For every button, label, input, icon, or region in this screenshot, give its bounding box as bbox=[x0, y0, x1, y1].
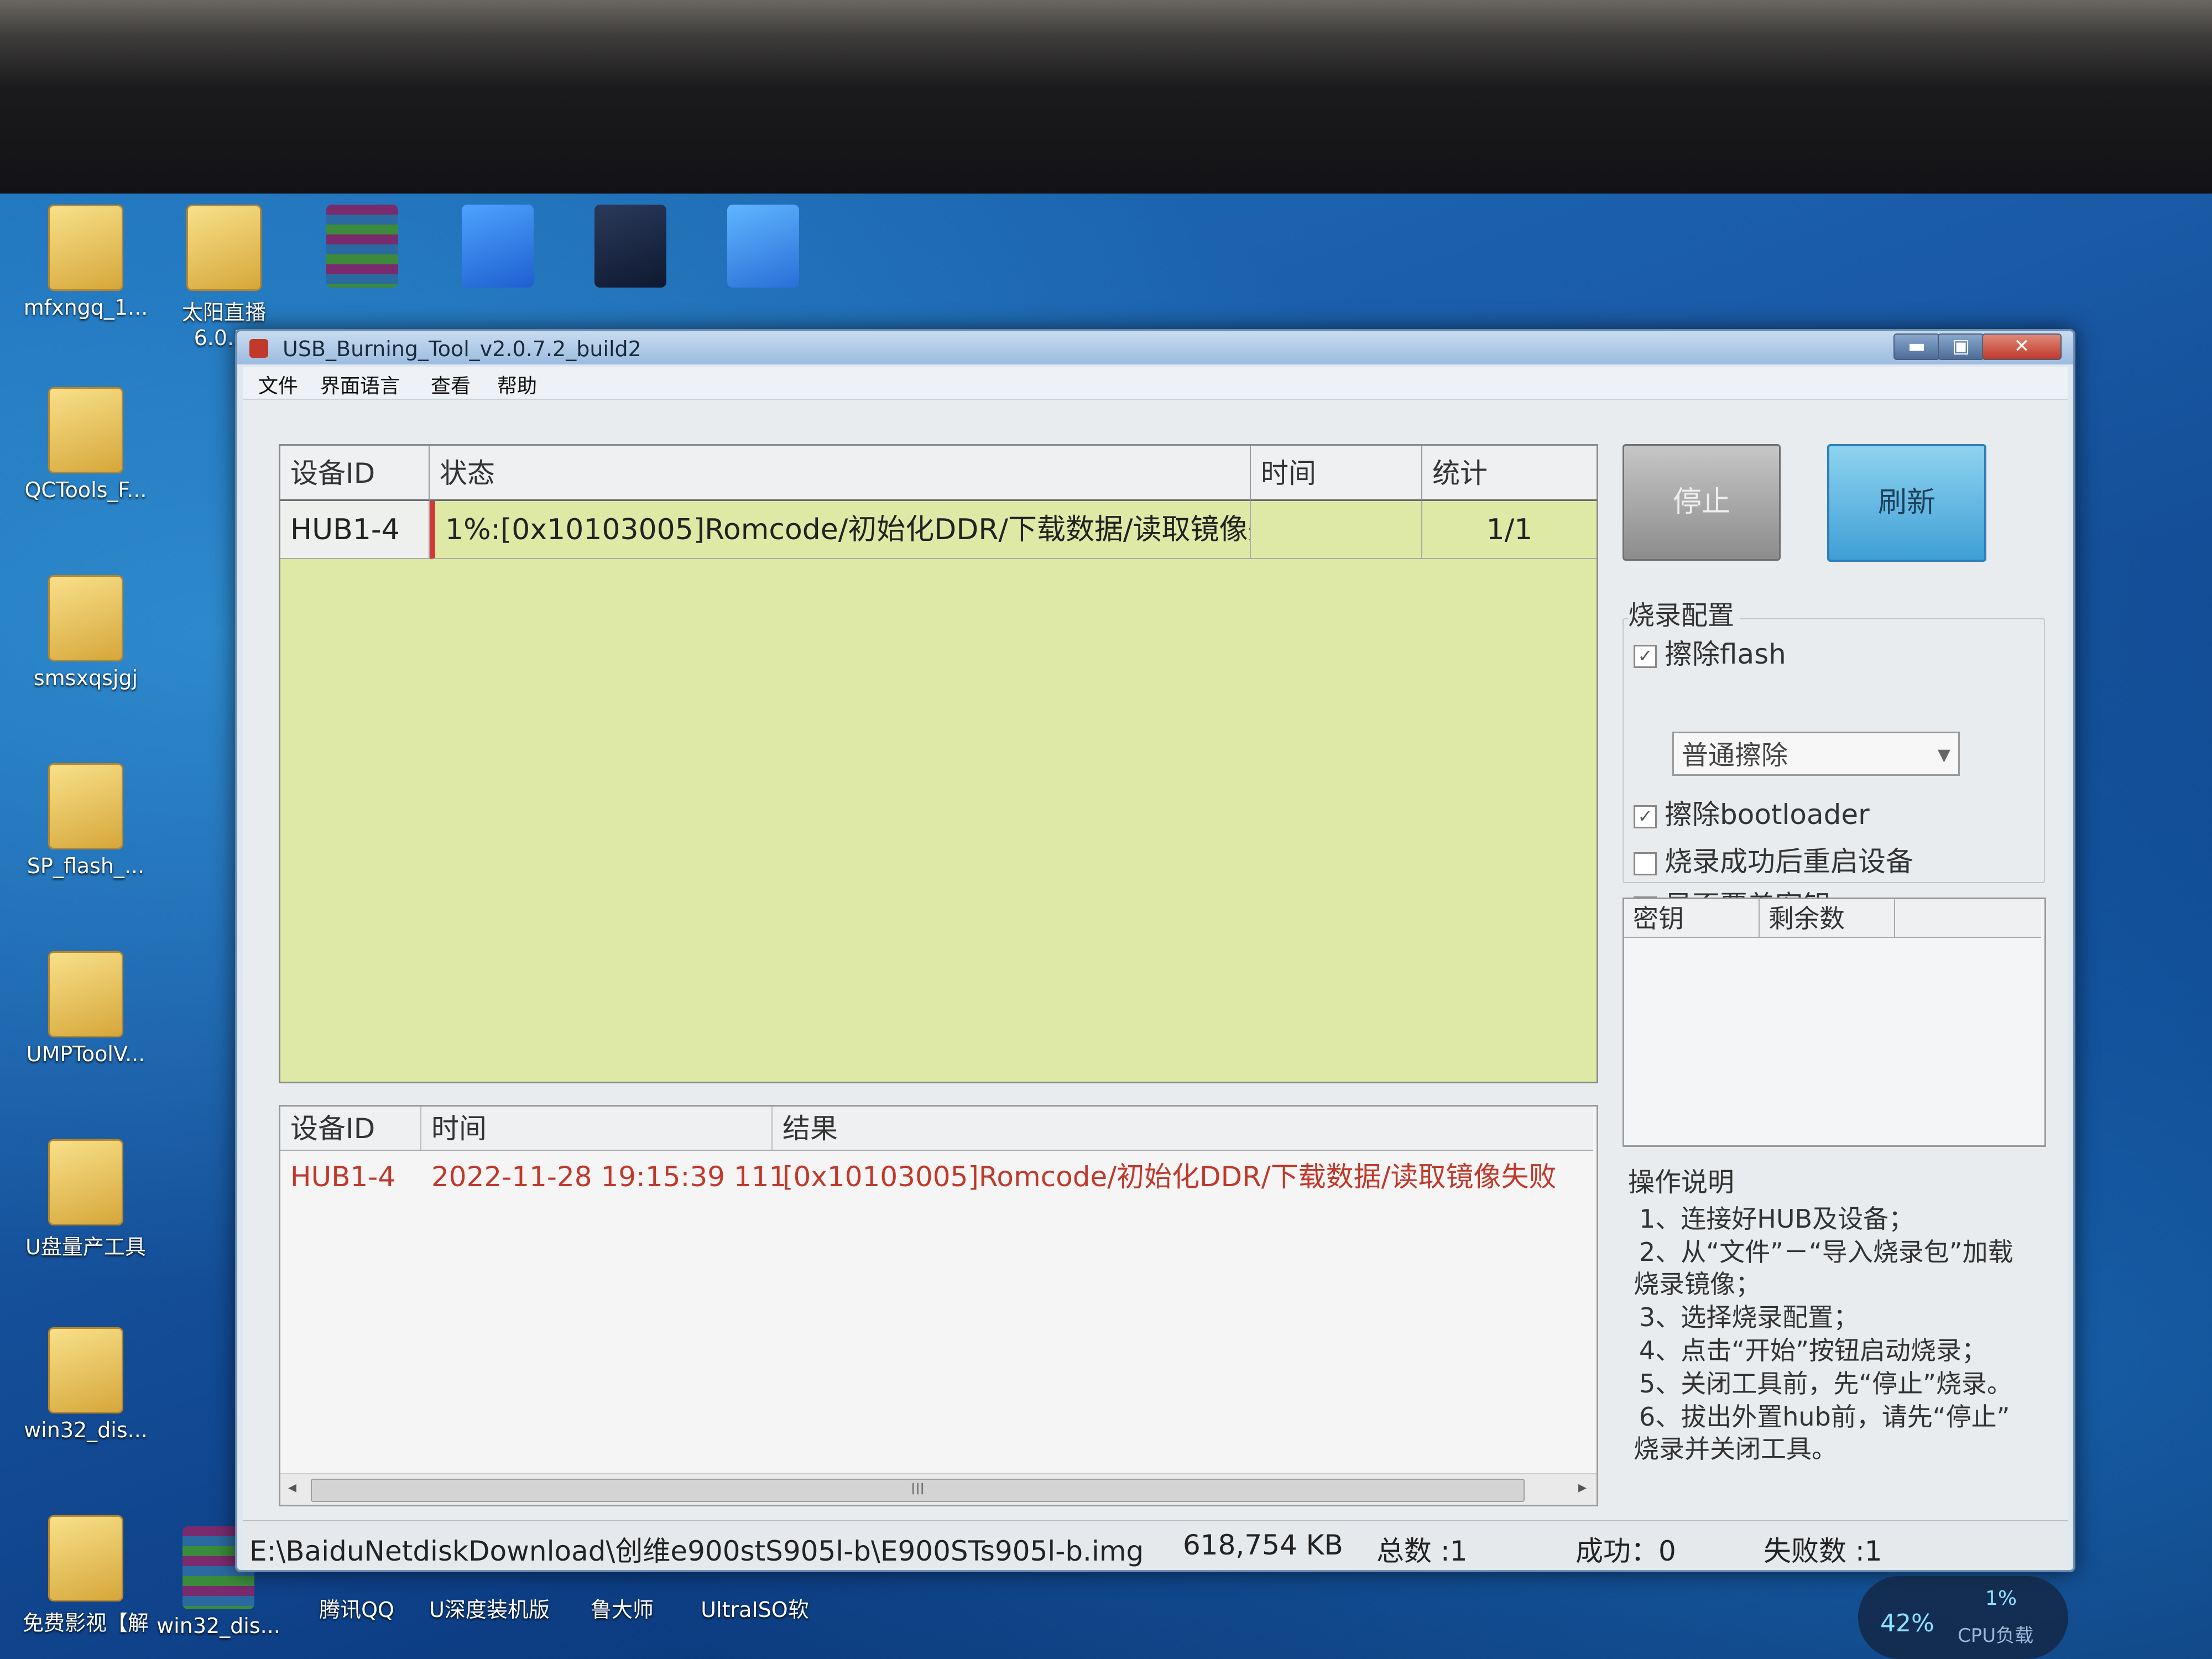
desktop-icon[interactable]: QCTools_F... bbox=[22, 387, 149, 502]
monitor-bezel bbox=[0, 0, 2212, 210]
folder-icon bbox=[48, 575, 123, 661]
checkbox-checked-icon[interactable]: ✓ bbox=[1634, 805, 1657, 828]
usb-burning-tool-window: USB_Burning_Tool_v2.0.7.2_build2 ▬ ▣ ✕ 文… bbox=[235, 329, 2075, 1572]
title-bar[interactable]: USB_Burning_Tool_v2.0.7.2_build2 ▬ ▣ ✕ bbox=[237, 331, 2073, 364]
scroll-right-icon[interactable]: ▸ bbox=[1578, 1478, 1587, 1497]
erase-flash-checkbox[interactable]: ✓ 擦除flash bbox=[1634, 632, 1786, 672]
fail-count: 失败数 :1 bbox=[1764, 1535, 1882, 1567]
folder-icon bbox=[48, 387, 123, 473]
row-time[interactable] bbox=[1251, 501, 1422, 559]
log-row-device-id[interactable]: HUB1-4 bbox=[280, 1152, 421, 1202]
desktop-icon[interactable]: SP_flash_... bbox=[22, 763, 149, 878]
desktop-icon[interactable] bbox=[567, 205, 694, 292]
checkbox-unchecked-icon[interactable] bbox=[1634, 852, 1657, 875]
dropdown-arrow-icon[interactable]: ▼ bbox=[1938, 733, 1950, 778]
desktop-icon[interactable]: win32_dis... bbox=[22, 1327, 149, 1442]
maximize-button[interactable]: ▣ bbox=[1938, 333, 1984, 360]
row-status[interactable]: 1%:[0x10103005]Romcode/初始化DDR/下载数据/读取镜像失… bbox=[430, 501, 1251, 559]
instruction-line: 6、拔出外置hub前，请先“停止” bbox=[1639, 1402, 2010, 1432]
instruction-line: 5、关闭工具前，先“停止”烧录。 bbox=[1639, 1369, 2012, 1399]
scroll-left-icon[interactable]: ◂ bbox=[288, 1478, 296, 1497]
menu-view[interactable]: 查看 bbox=[431, 370, 471, 399]
row-device-id[interactable]: HUB1-4 bbox=[280, 501, 430, 559]
header-device-id[interactable]: 设备ID bbox=[280, 446, 430, 501]
log-header-device-id[interactable]: 设备ID bbox=[280, 1107, 421, 1151]
cpu-load-value: 1% bbox=[1985, 1587, 2017, 1610]
folder-icon bbox=[48, 1515, 123, 1601]
folder-icon bbox=[48, 1327, 123, 1413]
header-time[interactable]: 时间 bbox=[1251, 446, 1422, 501]
folder-icon bbox=[48, 205, 123, 291]
main-content: 设备ID 状态 时间 统计 HUB1-4 1%:[0x10103005]Romc… bbox=[243, 400, 2068, 1520]
app-icon bbox=[249, 339, 268, 358]
folder-icon bbox=[48, 951, 123, 1037]
xunlei-icon bbox=[727, 205, 799, 288]
desktop-icon[interactable]: U盘量产工具 bbox=[22, 1139, 149, 1260]
window-title: USB_Burning_Tool_v2.0.7.2_build2 bbox=[283, 337, 641, 361]
row-stats[interactable]: 1/1 bbox=[1422, 501, 1597, 559]
image-size: 618,754 KB bbox=[1183, 1529, 1343, 1561]
log-table[interactable]: 设备ID 时间 结果 HUB1-4 2022-11-28 19:15:39 11… bbox=[279, 1105, 1598, 1506]
winrar-icon bbox=[326, 205, 398, 288]
menu-bar: 文件 界面语言 查看 帮助 bbox=[243, 367, 2068, 400]
menu-help[interactable]: 帮助 bbox=[497, 370, 537, 399]
desktop-icon[interactable]: UltraISO软 bbox=[691, 1593, 818, 1623]
header-empty bbox=[1895, 899, 2041, 938]
desktop-icon[interactable]: mfxngq_1... bbox=[22, 205, 149, 320]
desktop-icon[interactable]: UMPToolV... bbox=[22, 951, 149, 1066]
instruction-line: 1、连接好HUB及设备； bbox=[1639, 1204, 1914, 1234]
burn-config-title: 烧录配置 bbox=[1628, 593, 1740, 632]
desktop-icon[interactable]: 太阳直播 6.0.2. bbox=[160, 205, 288, 350]
desktop-icon[interactable]: smsxqsjgj bbox=[22, 575, 149, 690]
device-table[interactable]: 设备ID 状态 时间 统计 HUB1-4 1%:[0x10103005]Romc… bbox=[279, 444, 1598, 1083]
success-count: 成功：0 bbox=[1575, 1535, 1676, 1567]
tencent-meeting-icon bbox=[462, 205, 534, 288]
header-key[interactable]: 密钥 bbox=[1624, 899, 1760, 938]
close-button[interactable]: ✕ bbox=[1982, 333, 2062, 360]
desktop-icon[interactable]: 免费影视【解 bbox=[22, 1515, 149, 1636]
instruction-line: 3、选择烧录配置； bbox=[1639, 1302, 1859, 1332]
menu-file[interactable]: 文件 bbox=[258, 370, 298, 399]
scroll-thumb[interactable]: III bbox=[311, 1479, 1525, 1502]
folder-icon bbox=[48, 763, 123, 849]
reboot-after-checkbox[interactable]: 烧录成功后重启设备 bbox=[1634, 839, 1913, 879]
instruction-line: 烧录镜像； bbox=[1634, 1269, 1761, 1299]
menu-language[interactable]: 界面语言 bbox=[320, 370, 400, 399]
cpu-percent: 42% bbox=[1880, 1609, 1934, 1637]
status-bar: E:\BaiduNetdiskDownload\创维e900stS905l-b\… bbox=[243, 1520, 2068, 1570]
log-header-result[interactable]: 结果 bbox=[773, 1107, 1593, 1151]
image-path: E:\BaiduNetdiskDownload\创维e900stS905l-b\… bbox=[249, 1535, 1144, 1567]
desktop-icon[interactable] bbox=[434, 205, 561, 292]
desktop-icon[interactable] bbox=[299, 205, 426, 292]
windsoul-icon bbox=[594, 205, 666, 288]
desktop-icon[interactable]: 鲁大师 bbox=[559, 1593, 686, 1623]
log-row-time[interactable]: 2022-11-28 19:15:39 111 bbox=[421, 1152, 786, 1202]
minimize-button[interactable]: ▬ bbox=[1893, 333, 1940, 360]
stop-button[interactable]: 停止 bbox=[1623, 444, 1781, 561]
instruction-line: 2、从“文件”－“导入烧录包”加载 bbox=[1639, 1237, 2013, 1267]
folder-icon bbox=[48, 1139, 123, 1225]
desktop-icon[interactable]: U深度装机版 bbox=[426, 1593, 553, 1623]
log-header-time[interactable]: 时间 bbox=[421, 1107, 773, 1151]
instructions-title: 操作说明 bbox=[1628, 1167, 1735, 1198]
cpu-gadget[interactable]: 42% 1% CPU负载 bbox=[1858, 1576, 2068, 1659]
folder-icon bbox=[186, 205, 262, 291]
desktop-icon[interactable]: 腾讯QQ bbox=[293, 1593, 420, 1623]
header-remaining[interactable]: 剩余数 bbox=[1760, 899, 1895, 938]
log-row-result[interactable]: [0x10103005]Romcode/初始化DDR/下载数据/读取镜像失败 bbox=[773, 1152, 1593, 1202]
horizontal-scrollbar[interactable]: ◂ III ▸ bbox=[280, 1473, 1597, 1505]
erase-bootloader-checkbox[interactable]: ✓ 擦除bootloader bbox=[1634, 792, 1870, 832]
checkbox-checked-icon[interactable]: ✓ bbox=[1634, 644, 1657, 668]
refresh-button[interactable]: 刷新 bbox=[1827, 444, 1986, 562]
instruction-line: 4、点击“开始”按钮启动烧录； bbox=[1639, 1335, 1987, 1365]
header-stats[interactable]: 统计 bbox=[1422, 446, 1597, 501]
desktop-icon[interactable] bbox=[700, 205, 827, 292]
erase-mode-select[interactable]: 普通擦除 ▼ bbox=[1672, 732, 1960, 776]
cpu-load-label: CPU负载 bbox=[1958, 1625, 2034, 1647]
key-table[interactable]: 密钥 剩余数 bbox=[1623, 898, 2046, 1147]
header-status[interactable]: 状态 bbox=[430, 446, 1251, 501]
total-count: 总数 :1 bbox=[1376, 1535, 1468, 1567]
instruction-line: 烧录并关闭工具。 bbox=[1634, 1434, 1837, 1464]
